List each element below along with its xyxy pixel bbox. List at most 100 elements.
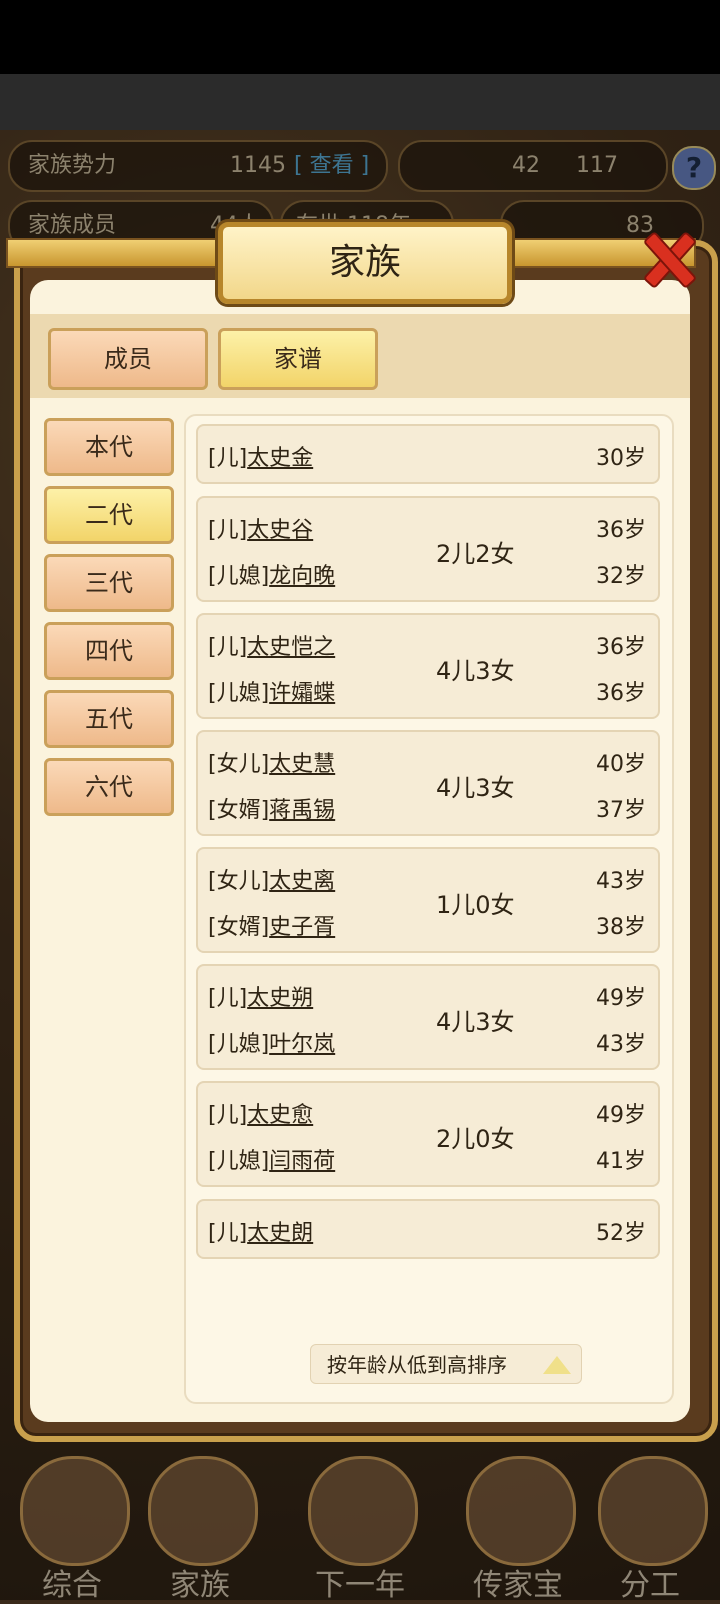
member-age: 49岁: [596, 1103, 646, 1128]
genealogy-entry: [女儿]太史离 43岁 1儿0女 [女婿]史子胥 38岁: [196, 847, 660, 953]
spouse-age: 36岁: [596, 681, 646, 706]
member-age: 52岁: [596, 1221, 646, 1246]
member-name-link[interactable]: 太史金: [247, 446, 313, 471]
children-count: 2儿0女: [436, 1125, 515, 1153]
genealogy-entry: [儿]太史恺之 36岁 4儿3女 [儿媳]许孀蝶 36岁: [196, 613, 660, 719]
spouse-line: [女婿]史子胥: [208, 909, 335, 941]
spouse-line: [儿媳]闫雨荷: [208, 1143, 335, 1175]
spouse-age: 41岁: [596, 1149, 646, 1174]
generation-button-4[interactable]: 四代: [44, 622, 174, 680]
member-role: [儿]: [208, 635, 248, 660]
generation-button-5[interactable]: 五代: [44, 690, 174, 748]
spouse-role: [女婿]: [208, 915, 270, 940]
children-count: 2儿2女: [436, 540, 515, 568]
generation-button-2[interactable]: 二代: [44, 486, 174, 544]
generation-button-1[interactable]: 本代: [44, 418, 174, 476]
children-count: 4儿3女: [436, 1008, 515, 1036]
member-line: [儿]太史恺之: [208, 629, 335, 661]
nav-next-year-label: 下一年: [315, 1568, 405, 1603]
member-age: 49岁: [596, 986, 646, 1011]
spouse-line: [女婿]蒋禹锡: [208, 792, 335, 824]
member-age: 36岁: [596, 518, 646, 543]
tab-genealogy[interactable]: 家谱: [218, 328, 378, 390]
spouse-line: [儿媳]龙向晚: [208, 558, 335, 590]
spouse-age: 43岁: [596, 1032, 646, 1057]
title-ribbon-left: [6, 238, 222, 268]
sort-by-age-button[interactable]: 按年龄从低到高排序: [310, 1344, 582, 1384]
member-line: [儿]太史朔: [208, 980, 313, 1012]
spouse-role: [儿媳]: [208, 564, 270, 589]
member-name-link[interactable]: 太史朗: [247, 1221, 313, 1246]
member-line: [儿]太史金: [208, 440, 313, 472]
genealogy-entry: [儿]太史愈 49岁 2儿0女 [儿媳]闫雨荷 41岁: [196, 1081, 660, 1187]
member-role: [女儿]: [208, 752, 270, 777]
heirloom-icon: [466, 1456, 576, 1566]
sort-ascending-icon: [543, 1356, 571, 1374]
member-line: [女儿]太史慧: [208, 746, 335, 778]
nav-heirloom-label: 传家宝: [473, 1568, 563, 1603]
member-age: 43岁: [596, 869, 646, 894]
top-strip: [0, 74, 720, 130]
spouse-name-link[interactable]: 史子胥: [269, 915, 335, 940]
member-age: 40岁: [596, 752, 646, 777]
member-role: [女儿]: [208, 869, 270, 894]
spouse-name-link[interactable]: 闫雨荷: [269, 1149, 335, 1174]
member-name-link[interactable]: 太史恺之: [247, 635, 335, 660]
spouse-line: [儿媳]叶尔岚: [208, 1026, 335, 1058]
member-line: [女儿]太史离: [208, 863, 335, 895]
genealogy-entry: [儿]太史金 30岁: [196, 424, 660, 484]
member-line: [儿]太史朗: [208, 1215, 313, 1247]
mountain-icon: [308, 1456, 418, 1566]
genealogy-entry: [儿]太史朗 52岁: [196, 1199, 660, 1259]
spouse-role: [儿媳]: [208, 681, 270, 706]
nav-assignment[interactable]: 分工: [590, 1456, 710, 1603]
nav-next-year[interactable]: 下一年: [300, 1456, 420, 1603]
member-name-link[interactable]: 太史离: [269, 869, 335, 894]
nav-assignment-label: 分工: [620, 1568, 680, 1603]
member-name-link[interactable]: 太史愈: [247, 1103, 313, 1128]
spouse-role: [儿媳]: [208, 1149, 270, 1174]
children-count: 4儿3女: [436, 657, 515, 685]
spouse-age: 37岁: [596, 798, 646, 823]
children-count: 4儿3女: [436, 774, 515, 802]
member-age: 36岁: [596, 635, 646, 660]
status-bar: [0, 0, 720, 74]
nav-general-label: 综合: [42, 1568, 102, 1603]
spouse-age: 32岁: [596, 564, 646, 589]
tab-members[interactable]: 成员: [48, 328, 208, 390]
dialog-title-plate: 家族: [218, 222, 512, 304]
member-name-link[interactable]: 太史朔: [247, 986, 313, 1011]
member-line: [儿]太史谷: [208, 512, 313, 544]
generation-button-3[interactable]: 三代: [44, 554, 174, 612]
member-name-link[interactable]: 太史慧: [269, 752, 335, 777]
genealogy-entry: [女儿]太史慧 40岁 4儿3女 [女婿]蒋禹锡 37岁: [196, 730, 660, 836]
genealogy-entry: [儿]太史谷 36岁 2儿2女 [儿媳]龙向晚 32岁: [196, 496, 660, 602]
member-role: [儿]: [208, 518, 248, 543]
person-icon: [598, 1456, 708, 1566]
member-role: [儿]: [208, 986, 248, 1011]
spouse-line: [儿媳]许孀蝶: [208, 675, 335, 707]
spouse-name-link[interactable]: 龙向晚: [269, 564, 335, 589]
nav-family-label: 家族: [170, 1568, 230, 1603]
spouse-role: [女婿]: [208, 798, 270, 823]
close-button[interactable]: [636, 226, 698, 288]
children-count: 1儿0女: [436, 891, 515, 919]
spouse-name-link[interactable]: 叶尔岚: [269, 1032, 335, 1057]
member-role: [儿]: [208, 446, 248, 471]
house-icon: [148, 1456, 258, 1566]
nav-general[interactable]: 综合: [12, 1456, 132, 1603]
member-name-link[interactable]: 太史谷: [247, 518, 313, 543]
spouse-age: 38岁: [596, 915, 646, 940]
member-line: [儿]太史愈: [208, 1097, 313, 1129]
member-age: 30岁: [596, 446, 646, 471]
spouse-role: [儿媳]: [208, 1032, 270, 1057]
spouse-name-link[interactable]: 蒋禹锡: [269, 798, 335, 823]
member-role: [儿]: [208, 1103, 248, 1128]
spouse-name-link[interactable]: 许孀蝶: [269, 681, 335, 706]
generation-button-6[interactable]: 六代: [44, 758, 174, 816]
dialog-title: 家族: [328, 242, 401, 283]
nav-family[interactable]: 家族: [140, 1456, 260, 1603]
nav-heirloom[interactable]: 传家宝: [458, 1456, 578, 1603]
scroll-icon: [20, 1456, 130, 1566]
member-role: [儿]: [208, 1221, 248, 1246]
